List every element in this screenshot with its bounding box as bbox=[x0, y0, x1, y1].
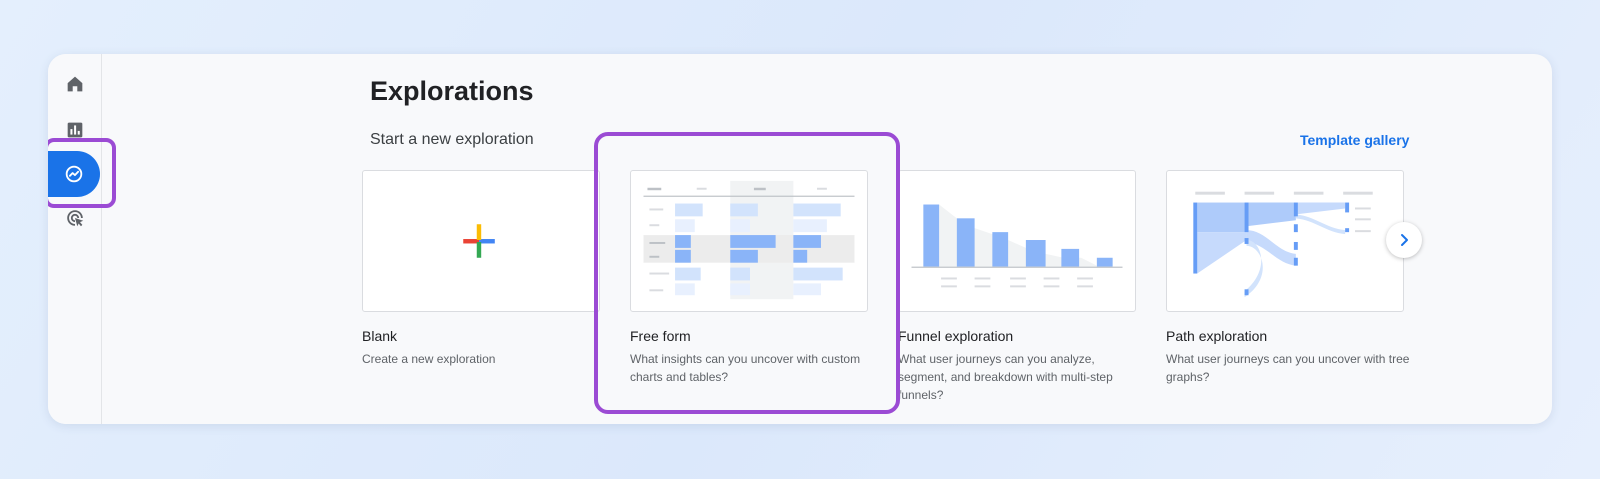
card-free-form[interactable]: Free form What insights can you uncover … bbox=[630, 170, 868, 386]
tree-graph-illustration bbox=[1193, 191, 1373, 298]
cursor-target-icon bbox=[67, 210, 84, 227]
free-form-thumbnail bbox=[630, 170, 868, 312]
card-description: Create a new exploration bbox=[362, 352, 496, 366]
section-title: Start a new exploration bbox=[370, 131, 534, 148]
page-title: Explorations bbox=[370, 76, 534, 106]
card-description: What user journeys can you analyze, segm… bbox=[898, 352, 1113, 402]
card-path-exploration[interactable]: Path exploration What user journeys can … bbox=[1166, 170, 1409, 386]
card-funnel-exploration[interactable]: Funnel exploration What user journeys ca… bbox=[898, 170, 1136, 404]
path-thumbnail bbox=[1166, 170, 1404, 312]
card-description: What insights can you uncover with custo… bbox=[630, 352, 861, 384]
nav-reports-button[interactable] bbox=[48, 110, 102, 150]
table-chart-illustration bbox=[643, 180, 855, 300]
chevron-right-icon bbox=[1401, 234, 1408, 246]
funnel-chart-illustration bbox=[911, 204, 1123, 288]
explorations-window: Explorations Start a new exploration Tem… bbox=[48, 54, 1552, 424]
explore-icon bbox=[65, 165, 83, 183]
card-blank[interactable]: Blank Create a new exploration bbox=[362, 170, 600, 368]
nav-explore-button[interactable] bbox=[48, 151, 100, 197]
nav-rail bbox=[48, 54, 116, 424]
card-title: Funnel exploration bbox=[898, 328, 1014, 344]
carousel-next-button[interactable] bbox=[1386, 222, 1422, 258]
home-icon bbox=[67, 76, 83, 92]
funnel-thumbnail bbox=[898, 170, 1136, 312]
card-title: Free form bbox=[630, 328, 691, 344]
nav-home-button[interactable] bbox=[48, 64, 102, 104]
template-gallery-link[interactable]: Template gallery bbox=[1300, 132, 1409, 148]
card-title: Path exploration bbox=[1166, 328, 1268, 344]
nav-advertising-button[interactable] bbox=[48, 198, 102, 238]
plus-icon bbox=[463, 224, 495, 258]
bar-chart-icon bbox=[67, 122, 83, 138]
card-title: Blank bbox=[362, 328, 398, 344]
card-description: What user journeys can you uncover with … bbox=[1166, 352, 1410, 384]
blank-thumbnail bbox=[362, 170, 600, 312]
